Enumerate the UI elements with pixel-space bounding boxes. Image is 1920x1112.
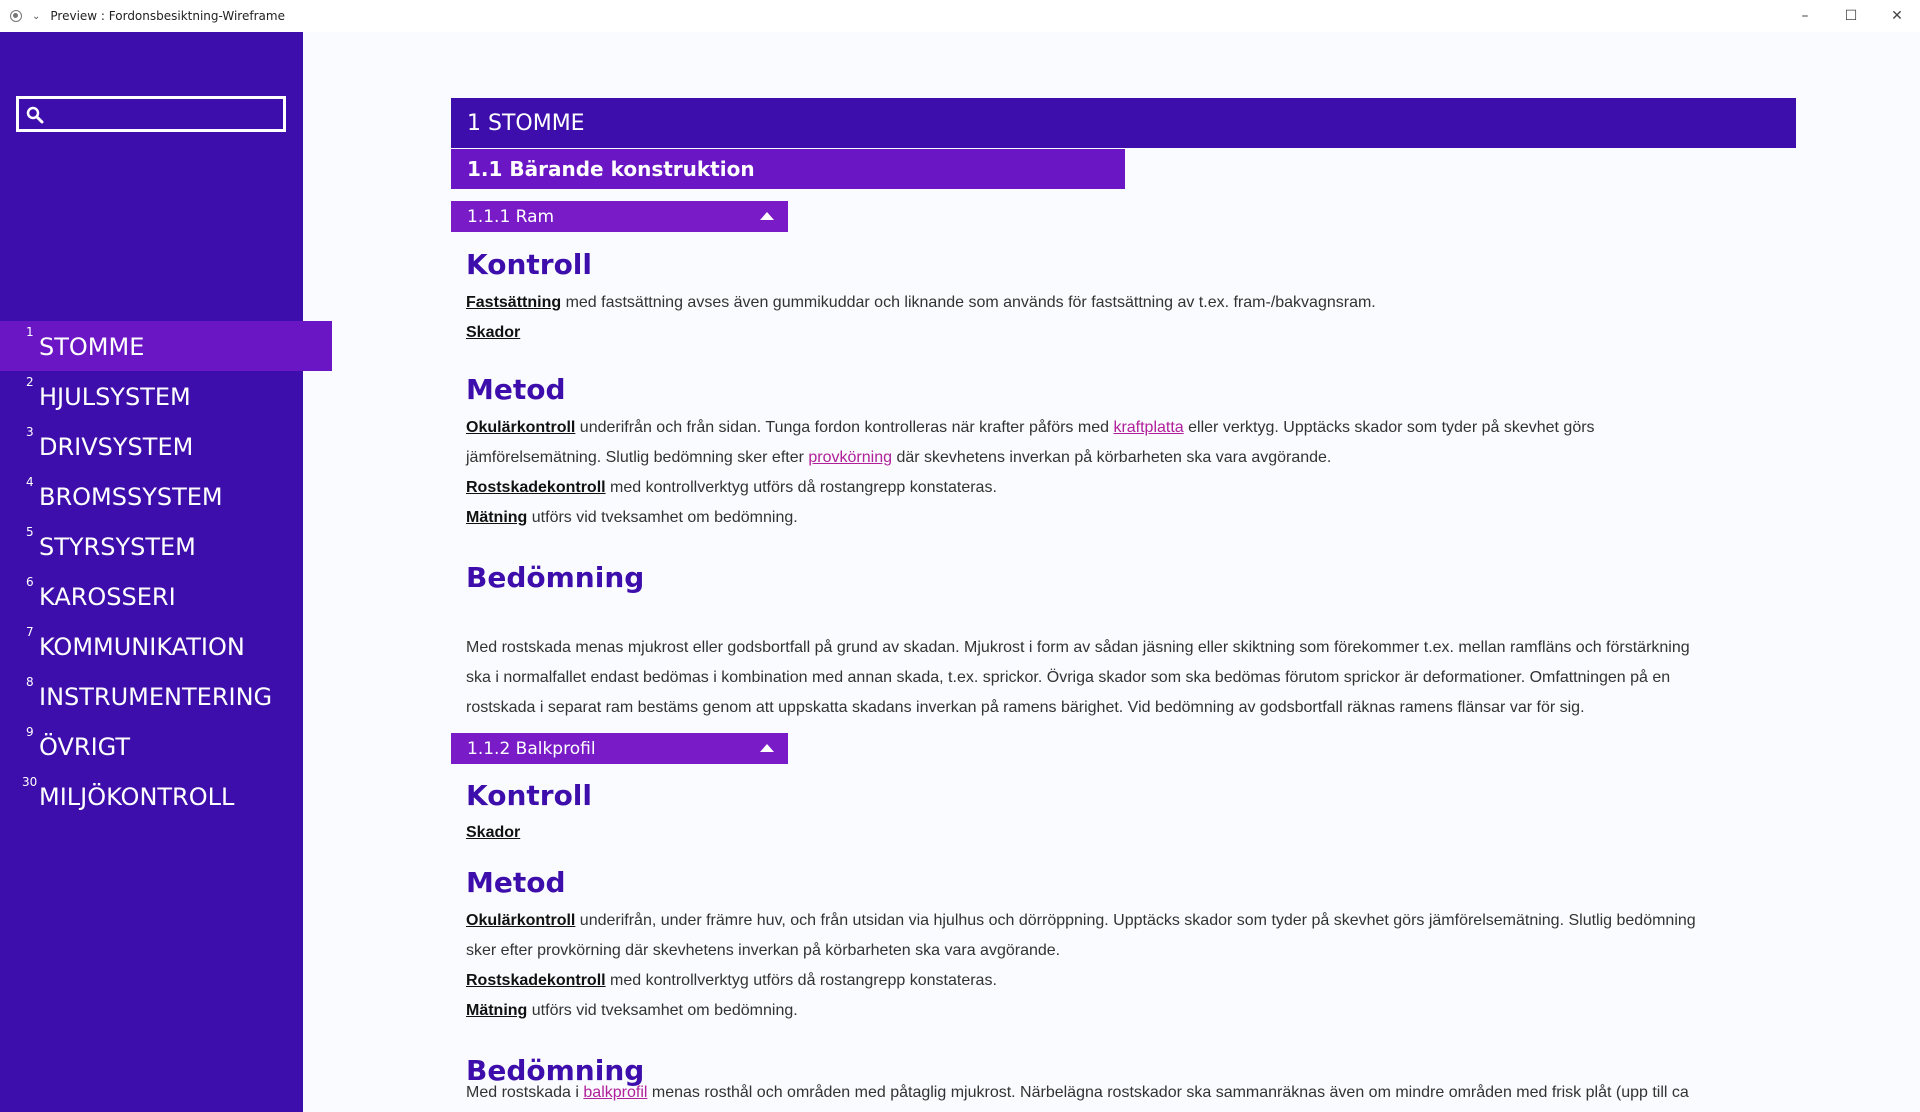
term-matning[interactable]: Mätning: [466, 1002, 527, 1019]
link-balkprofil[interactable]: balkprofil: [583, 1084, 647, 1101]
sidebar-item-hjulsystem[interactable]: 2 HJULSYSTEM: [0, 371, 332, 421]
paragraph-text: underifrån, under främre huv, och från u…: [575, 912, 1696, 929]
metod-heading: Metod: [466, 866, 566, 899]
term-okularkontroll[interactable]: Okulärkontroll: [466, 912, 575, 929]
sidebar-item-ovrigt[interactable]: 9 ÖVRIGT: [0, 721, 332, 771]
paragraph-text: menas rosthål och områden med påtaglig m…: [647, 1084, 1689, 1101]
app-icon: [10, 10, 22, 22]
term-rostskadekontroll[interactable]: Rostskadekontroll: [466, 972, 606, 989]
paragraph-text: med kontrollverktyg utförs då rostangrep…: [605, 972, 997, 989]
sidebar-item-bromssystem[interactable]: 4 BROMSSYSTEM: [0, 471, 332, 521]
search-icon: [26, 106, 44, 124]
metod-heading: Metod: [466, 373, 566, 406]
sidebar-item-kommunikation[interactable]: 7 KOMMUNIKATION: [0, 621, 332, 671]
metod-text: Okulärkontroll underifrån och från sidan…: [466, 413, 1766, 533]
chapter-heading: 1 STOMME: [451, 98, 1796, 148]
paragraph-text: jämförelsemätning. Slutlig bedömning ske…: [466, 449, 809, 466]
minimize-button[interactable]: –: [1782, 0, 1828, 32]
chapter-label: STOMME: [39, 333, 145, 361]
paragraph-line: ska i normalfallet endast bedömas i komb…: [466, 669, 1671, 686]
term-fastsattning[interactable]: Fastsättning: [466, 294, 561, 311]
chapter-number: 2: [26, 375, 34, 389]
search-box[interactable]: [16, 96, 286, 132]
sidebar-item-drivsystem[interactable]: 3 DRIVSYSTEM: [0, 421, 332, 471]
chapter-label: KOMMUNIKATION: [39, 633, 245, 661]
chapter-number: 3: [26, 425, 34, 439]
subsection-ram-header[interactable]: 1.1.1 Ram: [451, 201, 788, 232]
chapter-number: 1: [26, 325, 34, 339]
section-heading: 1.1 Bärande konstruktion: [451, 149, 1125, 189]
main-content: 1 STOMME 1.1 Bärande konstruktion 1.1.1 …: [303, 32, 1920, 1112]
term-matning[interactable]: Mätning: [466, 509, 527, 526]
chapter-number: 5: [26, 525, 34, 539]
paragraph-text: där skevhetens inverkan på körbarheten s…: [892, 449, 1332, 466]
chapter-number: 9: [26, 725, 34, 739]
sidebar-item-styrsystem[interactable]: 5 STYRSYSTEM: [0, 521, 332, 571]
chapter-number: 8: [26, 675, 34, 689]
subsection-title: 1.1.1 Ram: [467, 206, 555, 227]
sidebar: 1 STOMME 2 HJULSYSTEM 3 DRIVSYSTEM 4 BRO…: [0, 32, 332, 1112]
chapter-number: 6: [26, 575, 34, 589]
chapter-label: KAROSSERI: [39, 583, 176, 611]
term-skador[interactable]: Skador: [466, 324, 520, 341]
metod-text: Okulärkontroll underifrån, under främre …: [466, 906, 1766, 1026]
chapter-number: 30: [22, 775, 38, 789]
paragraph-text: underifrån och från sidan. Tunga fordon …: [575, 419, 1114, 436]
paragraph-line: Med rostskada menas mjukrost eller godsb…: [466, 639, 1690, 656]
paragraph-text: utförs vid tveksamhet om bedömning.: [527, 509, 798, 526]
kontroll-heading: Kontroll: [466, 779, 592, 812]
bedomning-text: Med rostskada i balkprofil menas rosthål…: [466, 1078, 1766, 1108]
window-controls: – ☐ ✕: [1782, 0, 1920, 32]
close-button[interactable]: ✕: [1874, 0, 1920, 32]
paragraph-text: utförs vid tveksamhet om bedömning.: [527, 1002, 798, 1019]
bedomning-heading: Bedömning: [466, 561, 645, 594]
chapter-nav: 1 STOMME 2 HJULSYSTEM 3 DRIVSYSTEM 4 BRO…: [0, 321, 332, 821]
sidebar-item-instrumentering[interactable]: 8 INSTRUMENTERING: [0, 671, 332, 721]
collapse-caret-icon[interactable]: [760, 744, 774, 752]
chapter-label: INSTRUMENTERING: [39, 683, 273, 711]
chapter-label: DRIVSYSTEM: [39, 433, 194, 461]
collapse-caret-icon[interactable]: [760, 212, 774, 220]
term-skador[interactable]: Skador: [466, 824, 520, 841]
paragraph-text: med kontrollverktyg utförs då rostangrep…: [605, 479, 997, 496]
kontroll-text: Skador: [466, 818, 1766, 848]
chapter-number: 7: [26, 625, 34, 639]
kontroll-heading: Kontroll: [466, 248, 592, 281]
title-bar: ⌄ Preview : Fordonsbesiktning-Wireframe …: [0, 0, 1920, 32]
chapter-label: HJULSYSTEM: [39, 383, 191, 411]
chapter-label: BROMSSYSTEM: [39, 483, 223, 511]
paragraph-line: sker efter provkörning där skevhetens in…: [466, 942, 1061, 959]
paragraph-text: eller verktyg. Upptäcks skador som tyder…: [1183, 419, 1595, 436]
term-rostskadekontroll[interactable]: Rostskadekontroll: [466, 479, 606, 496]
link-provkorning[interactable]: provkörning: [808, 449, 892, 466]
window-title: Preview : Fordonsbesiktning-Wireframe: [50, 9, 285, 23]
paragraph-text: med fastsättning avses även gummikuddar …: [561, 294, 1376, 311]
sidebar-item-karosseri[interactable]: 6 KAROSSERI: [0, 571, 332, 621]
subsection-title: 1.1.2 Balkprofil: [467, 738, 596, 759]
paragraph-line: rostskada i separat ram bestäms genom at…: [466, 699, 1585, 716]
chapter-number: 4: [26, 475, 34, 489]
maximize-button[interactable]: ☐: [1828, 0, 1874, 32]
chapter-label: MILJÖKONTROLL: [39, 783, 235, 811]
paragraph-text: Med rostskada i: [466, 1084, 584, 1101]
kontroll-text: Fastsättning med fastsättning avses även…: [466, 288, 1766, 348]
sidebar-item-stomme[interactable]: 1 STOMME: [0, 321, 332, 371]
chapter-label: ÖVRIGT: [39, 733, 131, 761]
sidebar-item-miljokontroll[interactable]: 30 MILJÖKONTROLL: [0, 771, 332, 821]
term-okularkontroll[interactable]: Okulärkontroll: [466, 419, 575, 436]
subsection-balkprofil-header[interactable]: 1.1.2 Balkprofil: [451, 733, 788, 764]
chevron-down-icon[interactable]: ⌄: [32, 11, 40, 22]
link-kraftplatta[interactable]: kraftplatta: [1113, 419, 1183, 436]
chapter-label: STYRSYSTEM: [39, 533, 196, 561]
bedomning-text: Med rostskada menas mjukrost eller godsb…: [466, 633, 1766, 723]
